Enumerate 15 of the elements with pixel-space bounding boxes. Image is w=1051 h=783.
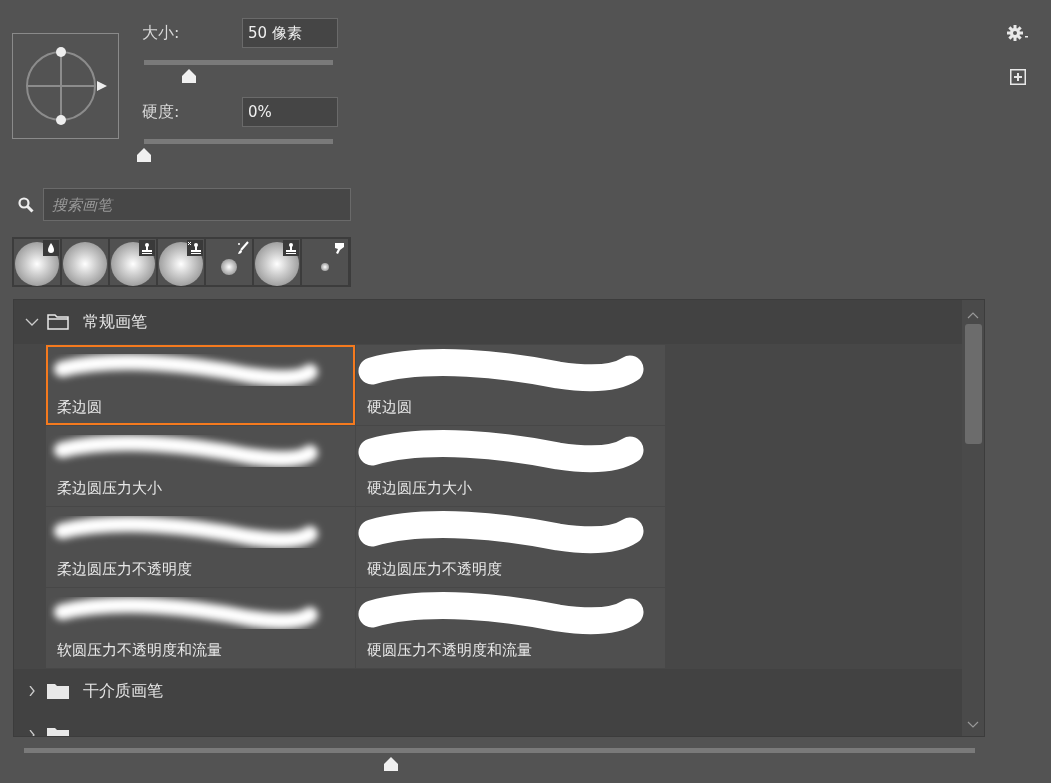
brush-tile[interactable]: 硬圆压力不透明度和流量 (356, 588, 665, 668)
brush-group-header[interactable]: 干介质画笔 (14, 669, 962, 713)
search-field[interactable]: 搜索画笔 (43, 188, 351, 221)
size-label: 大小: (142, 22, 180, 44)
brush-tile[interactable]: 硬边圆 (356, 345, 665, 425)
hardness-field[interactable]: 0% (242, 97, 338, 127)
hardness-label: 硬度: (142, 101, 180, 123)
brush-tile[interactable]: 硬边圆压力大小 (356, 426, 665, 506)
brush-group-header[interactable]: 常规画笔 (14, 300, 962, 344)
brush-tile[interactable]: 柔边圆压力不透明度 (46, 507, 355, 587)
brush-tile[interactable]: 硬边圆压力不透明度 (356, 507, 665, 587)
brush-tile[interactable]: 柔边圆 (46, 345, 355, 425)
brush-tile[interactable]: 柔边圆压力大小 (46, 426, 355, 506)
brush-tile[interactable]: 软圆压力不透明度和流量 (46, 588, 355, 668)
size-field[interactable]: 50 像素 (242, 18, 338, 48)
